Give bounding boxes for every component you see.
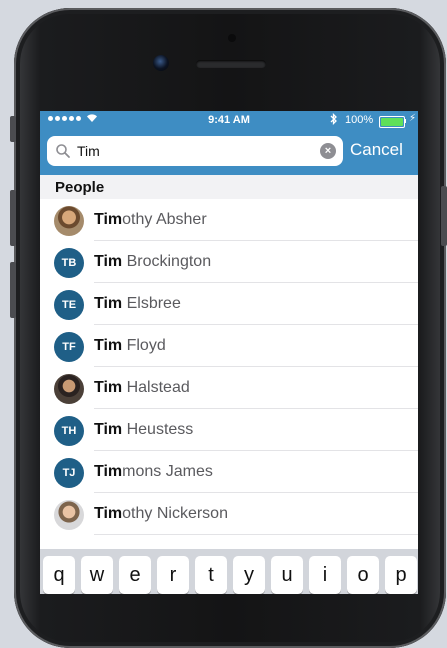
person-name: Tim Elsbree bbox=[94, 295, 181, 313]
name-match: Tim bbox=[94, 379, 123, 396]
name-match: Tim bbox=[94, 253, 123, 270]
key-o[interactable]: o bbox=[347, 556, 379, 594]
key-t[interactable]: t bbox=[195, 556, 227, 594]
earpiece-speaker bbox=[196, 60, 266, 68]
keyboard: qwertyuiop bbox=[40, 549, 418, 594]
battery-percent: 100% bbox=[345, 114, 374, 126]
volume-down-button bbox=[10, 262, 16, 318]
list-item[interactable]: Timothy Absher bbox=[40, 199, 418, 241]
key-e[interactable]: e bbox=[119, 556, 151, 594]
avatar: TJ bbox=[54, 458, 84, 488]
phone-screen: 9:41 AM 100% ⚡ Tim × Cancel People Timot… bbox=[40, 111, 418, 594]
person-name: Timmons James bbox=[94, 463, 213, 481]
search-icon bbox=[56, 144, 70, 158]
list-item[interactable]: Tim Halstead bbox=[40, 367, 418, 409]
name-rest: mons James bbox=[122, 463, 213, 480]
name-rest: Brockington bbox=[122, 253, 212, 270]
avatar: TF bbox=[54, 332, 84, 362]
avatar bbox=[54, 500, 84, 530]
battery-tip bbox=[404, 119, 406, 123]
person-name: Tim Brockington bbox=[94, 253, 211, 271]
list-item[interactable]: TJ Timmons James bbox=[40, 451, 418, 493]
person-name: Tim Heustess bbox=[94, 421, 193, 439]
avatar: TE bbox=[54, 290, 84, 320]
person-name: Tim Halstead bbox=[94, 379, 190, 397]
name-match: Tim bbox=[94, 421, 123, 438]
person-name: Timothy Nickerson bbox=[94, 505, 228, 523]
bluetooth-icon bbox=[330, 112, 338, 128]
name-rest: Heustess bbox=[122, 421, 194, 438]
name-rest: othy Absher bbox=[122, 211, 207, 228]
list-item[interactable]: TF Tim Floyd bbox=[40, 325, 418, 367]
key-w[interactable]: w bbox=[81, 556, 113, 594]
name-rest: Elsbree bbox=[122, 295, 181, 312]
name-rest: Halstead bbox=[122, 379, 190, 396]
battery-icon bbox=[379, 116, 405, 128]
row-divider bbox=[94, 534, 418, 535]
section-header: People bbox=[40, 175, 418, 199]
cancel-button[interactable]: Cancel bbox=[350, 140, 403, 160]
name-match: Tim bbox=[94, 463, 123, 480]
search-query[interactable]: Tim bbox=[77, 143, 100, 159]
key-p[interactable]: p bbox=[385, 556, 417, 594]
power-button bbox=[441, 186, 447, 246]
volume-up-button bbox=[10, 190, 16, 246]
keyboard-row-1: qwertyuiop bbox=[43, 556, 417, 594]
key-u[interactable]: u bbox=[271, 556, 303, 594]
key-r[interactable]: r bbox=[157, 556, 189, 594]
people-list: Timothy Absher TB Tim Brockington TE Tim Els… bbox=[40, 199, 418, 535]
search-input[interactable]: Tim × bbox=[47, 136, 343, 166]
name-match: Tim bbox=[94, 211, 123, 228]
key-y[interactable]: y bbox=[233, 556, 265, 594]
name-match: Tim bbox=[94, 295, 123, 312]
list-item[interactable]: Timothy Nickerson bbox=[40, 493, 418, 535]
name-match: Tim bbox=[94, 505, 123, 522]
name-rest: othy Nickerson bbox=[122, 505, 228, 522]
name-match: Tim bbox=[94, 337, 123, 354]
bolt-icon: ⚡ bbox=[409, 113, 417, 124]
name-rest: Floyd bbox=[122, 337, 166, 354]
section-title: People bbox=[55, 179, 105, 196]
avatar bbox=[54, 206, 84, 236]
search-header: 9:41 AM 100% ⚡ Tim × Cancel bbox=[40, 111, 418, 175]
front-camera-icon bbox=[153, 55, 169, 71]
person-name: Timothy Absher bbox=[94, 211, 207, 229]
person-name: Tim Floyd bbox=[94, 337, 166, 355]
key-i[interactable]: i bbox=[309, 556, 341, 594]
mute-switch bbox=[10, 116, 16, 142]
avatar: TB bbox=[54, 248, 84, 278]
list-item[interactable]: TH Tim Heustess bbox=[40, 409, 418, 451]
clear-icon[interactable]: × bbox=[320, 143, 336, 159]
avatar: TH bbox=[54, 416, 84, 446]
key-q[interactable]: q bbox=[43, 556, 75, 594]
proximity-sensor bbox=[228, 34, 236, 42]
status-bar: 9:41 AM 100% ⚡ bbox=[40, 111, 418, 129]
list-item[interactable]: TB Tim Brockington bbox=[40, 241, 418, 283]
list-item[interactable]: TE Tim Elsbree bbox=[40, 283, 418, 325]
avatar bbox=[54, 374, 84, 404]
